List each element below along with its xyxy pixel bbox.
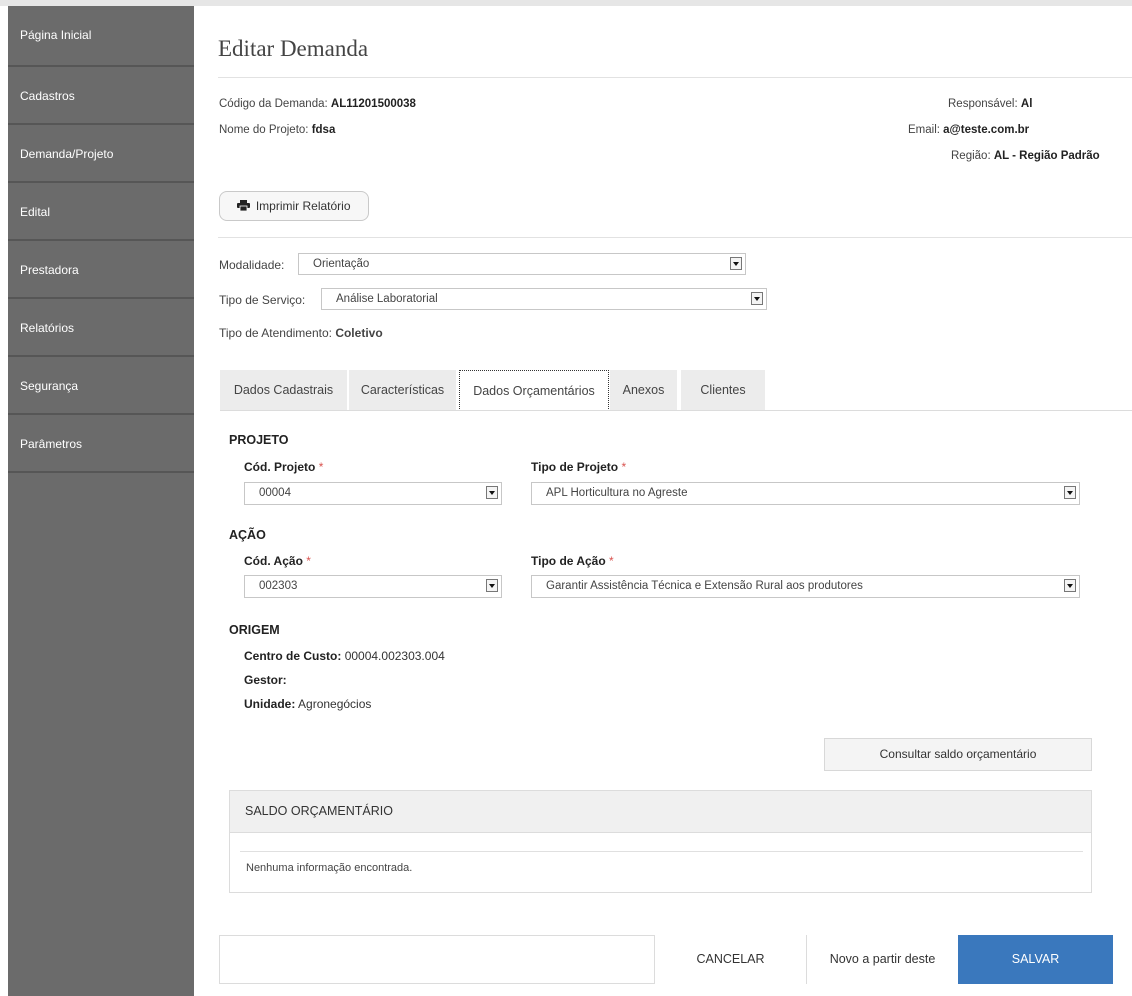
regiao: Região: AL - Região Padrão (951, 150, 1100, 162)
cod-projeto-label-text: Cód. Projeto (244, 460, 316, 474)
tab-caracteristicas[interactable]: Características (349, 370, 456, 411)
tab-dados-cadastrais[interactable]: Dados Cadastrais (220, 370, 347, 411)
required-mark: * (609, 554, 614, 568)
chevron-down-icon (1064, 486, 1076, 499)
tipo-servico-value: Análise Laboratorial (336, 293, 438, 305)
cod-projeto-value: 00004 (259, 487, 291, 499)
centro-custo-value: 00004.002303.004 (344, 649, 445, 663)
cod-acao-value: 002303 (259, 580, 298, 592)
tipo-projeto-value: APL Horticultura no Agreste (546, 487, 688, 499)
cancel-button[interactable]: CANCELAR (654, 935, 806, 984)
saldo-panel-title: SALDO ORÇAMENTÁRIO (230, 791, 1091, 833)
gestor-label: Gestor: (244, 673, 287, 687)
responsavel-value: Al (1020, 98, 1033, 110)
consultar-saldo-button[interactable]: Consultar saldo orçamentário (824, 738, 1092, 771)
print-report-label: Imprimir Relatório (255, 199, 351, 213)
saldo-orcamentario-panel: SALDO ORÇAMENTÁRIO Nenhuma informação en… (229, 790, 1092, 893)
sidebar-item-pagina-inicial[interactable]: Página Inicial (8, 6, 194, 67)
empty-message: Nenhuma informação encontrada. (246, 862, 413, 874)
chevron-down-icon (1064, 579, 1076, 592)
unidade-value: Agronegócios (298, 697, 372, 711)
regiao-label: Região: (951, 150, 991, 162)
sidebar-item-edital[interactable]: Edital (8, 183, 194, 241)
tab-underline (220, 410, 1132, 411)
modalidade-select[interactable]: Orientação (298, 253, 746, 275)
sidebar-item-relatorios[interactable]: Relatórios (8, 299, 194, 357)
required-mark: * (318, 460, 324, 474)
cod-projeto-select[interactable]: 00004 (244, 482, 502, 505)
gestor: Gestor: (244, 673, 287, 687)
sidebar-item-seguranca[interactable]: Segurança (8, 357, 194, 415)
tab-clientes[interactable]: Clientes (681, 370, 765, 411)
cod-acao-select[interactable]: 002303 (244, 575, 502, 598)
cod-acao-label-text: Cód. Ação (244, 554, 303, 568)
required-mark: * (621, 460, 627, 474)
main-content: Editar Demanda Código da Demanda: AL1120… (194, 6, 1132, 996)
sidebar-item-parametros[interactable]: Parâmetros (8, 415, 194, 473)
cod-projeto-label: Cód. Projeto * (244, 460, 323, 474)
tipo-servico-select[interactable]: Análise Laboratorial (321, 288, 767, 310)
unidade: Unidade: Agronegócios (244, 697, 371, 711)
tipo-servico-label: Tipo de Serviço: (219, 293, 306, 307)
responsavel: Responsável: Al (948, 98, 1032, 110)
acao-section-title: AÇÃO (229, 528, 266, 542)
centro-custo-label: Centro de Custo: (244, 649, 342, 663)
save-button[interactable]: SALVAR (958, 935, 1113, 984)
tipo-projeto-select[interactable]: APL Horticultura no Agreste (531, 482, 1080, 505)
tipo-atendimento-label: Tipo de Atendimento: (219, 326, 332, 340)
tipo-projeto-label: Tipo de Projeto * (531, 460, 626, 474)
printer-icon (237, 200, 251, 211)
footer-action-bar: CANCELAR Novo a partir deste SALVAR (219, 935, 1113, 984)
page-title: Editar Demanda (218, 36, 369, 61)
tipo-acao-label-text: Tipo de Ação (531, 554, 606, 568)
projeto-section-title: PROJETO (229, 433, 289, 447)
title-divider (218, 77, 1132, 78)
sidebar-item-prestadora[interactable]: Prestadora (8, 241, 194, 299)
unidade-label: Unidade: (244, 697, 296, 711)
tab-anexos[interactable]: Anexos (610, 370, 677, 411)
codigo-demanda: Código da Demanda: AL11201500038 (219, 98, 416, 110)
modalidade-label: Modalidade: (219, 258, 285, 272)
panel-divider (240, 851, 1083, 852)
tipo-projeto-label-text: Tipo de Projeto (531, 460, 619, 474)
codigo-demanda-label: Código da Demanda: (219, 98, 328, 110)
regiao-value: AL - Região Padrão (993, 150, 1100, 162)
sidebar-item-demanda-projeto[interactable]: Demanda/Projeto (8, 125, 194, 183)
chevron-down-icon (486, 486, 498, 499)
novo-a-partir-button[interactable]: Novo a partir deste (806, 935, 958, 984)
chevron-down-icon (730, 257, 742, 270)
tipo-atendimento: Tipo de Atendimento: Coletivo (219, 326, 383, 340)
responsavel-label: Responsável: (948, 98, 1018, 110)
tipo-atendimento-value: Coletivo (335, 326, 383, 340)
tipo-acao-select[interactable]: Garantir Assistência Técnica e Extensão … (531, 575, 1080, 598)
centro-custo: Centro de Custo: 00004.002303.004 (244, 649, 445, 663)
tipo-acao-value: Garantir Assistência Técnica e Extensão … (546, 580, 863, 592)
chevron-down-icon (486, 579, 498, 592)
codigo-demanda-value: AL11201500038 (330, 98, 416, 110)
form-divider (218, 237, 1132, 238)
print-report-button[interactable]: Imprimir Relatório (219, 191, 369, 221)
nome-projeto-value: fdsa (311, 124, 336, 136)
modalidade-value: Orientação (313, 258, 370, 270)
origem-section-title: ORIGEM (229, 623, 280, 637)
tab-dados-orcamentarios[interactable]: Dados Orçamentários (459, 370, 609, 411)
tipo-acao-label: Tipo de Ação * (531, 554, 614, 568)
sidebar-item-cadastros[interactable]: Cadastros (8, 67, 194, 125)
email-label: Email: (908, 124, 940, 136)
nome-projeto: Nome do Projeto: fdsa (219, 124, 335, 136)
email-value: a@teste.com.br (943, 124, 1030, 136)
cod-acao-label: Cód. Ação * (244, 554, 311, 568)
chevron-down-icon (751, 292, 763, 305)
nome-projeto-label: Nome do Projeto: (219, 124, 309, 136)
sidebar: Página Inicial Cadastros Demanda/Projeto… (8, 6, 194, 996)
email: Email: a@teste.com.br (908, 124, 1029, 136)
required-mark: * (306, 554, 311, 568)
